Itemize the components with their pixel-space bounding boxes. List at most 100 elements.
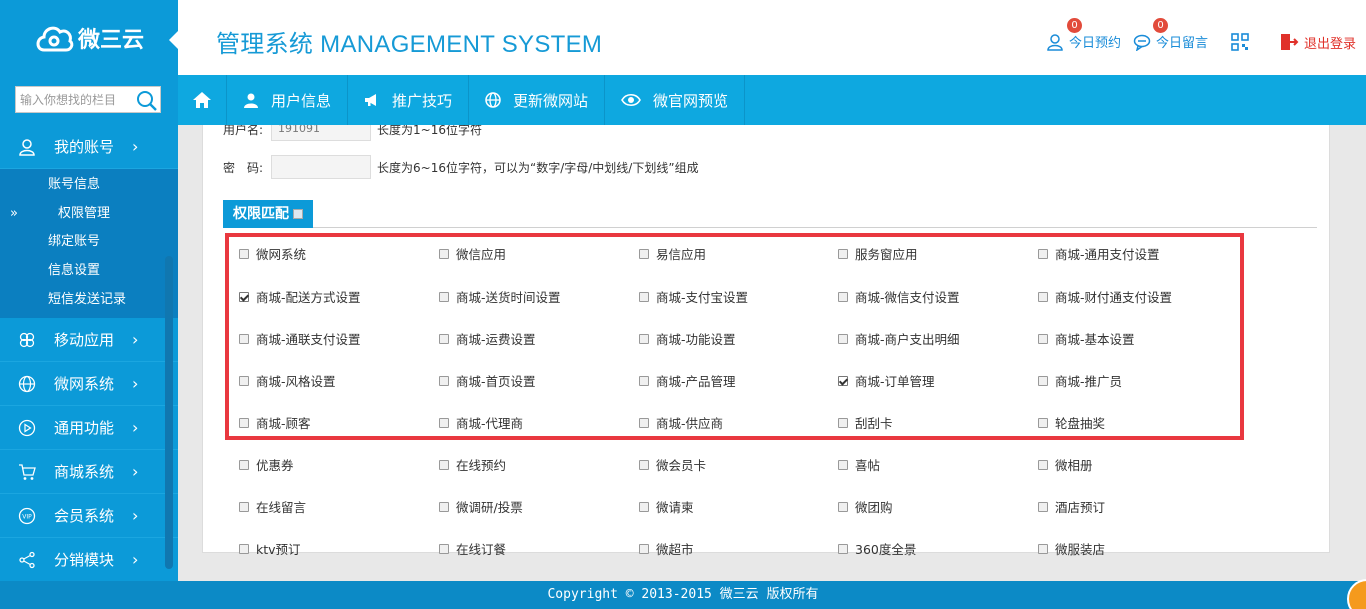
permission-checkbox[interactable] bbox=[639, 417, 649, 428]
permission-checkbox[interactable] bbox=[639, 543, 649, 554]
permission-item[interactable]: 商城-供应商 bbox=[639, 413, 723, 432]
permission-checkbox[interactable] bbox=[1038, 333, 1048, 344]
today-appointments-link[interactable]: 0 今日预约 bbox=[1046, 18, 1121, 51]
permission-item[interactable]: 易信应用 bbox=[639, 244, 706, 263]
permission-item[interactable]: 在线留言 bbox=[239, 497, 306, 516]
permission-checkbox[interactable] bbox=[838, 459, 848, 470]
permission-item[interactable]: 喜帖 bbox=[838, 455, 880, 474]
permission-checkbox[interactable] bbox=[639, 333, 649, 344]
permission-checkbox[interactable] bbox=[639, 248, 649, 259]
sidebar-item-member-system[interactable]: VIP 会员系统 › bbox=[0, 494, 178, 539]
sidebar-scrollbar[interactable] bbox=[165, 256, 173, 569]
permission-item[interactable]: 微超市 bbox=[639, 539, 694, 558]
nav-site-preview[interactable]: 微官网预览 bbox=[605, 75, 746, 125]
permission-checkbox[interactable] bbox=[838, 417, 848, 428]
sidebar-item-my-account[interactable]: 我的账号 › bbox=[0, 125, 178, 169]
sidebar-subitem-bind-account[interactable]: 绑定账号 bbox=[0, 228, 178, 257]
permission-checkbox[interactable] bbox=[1038, 501, 1048, 512]
permission-checkbox[interactable] bbox=[239, 333, 249, 344]
username-field[interactable]: 191091 bbox=[271, 125, 372, 141]
permission-checkbox[interactable] bbox=[1038, 375, 1048, 386]
permission-item[interactable]: 商城-配送方式设置 bbox=[239, 287, 361, 306]
permission-item[interactable]: 酒店预订 bbox=[1038, 497, 1105, 516]
permission-item[interactable]: 商城-代理商 bbox=[439, 413, 523, 432]
tab-permission-match[interactable]: 权限匹配 bbox=[223, 200, 313, 228]
permission-checkbox[interactable] bbox=[439, 291, 449, 302]
sidebar-subitem-info-settings[interactable]: 信息设置 bbox=[0, 257, 178, 286]
permission-item[interactable]: 商城-财付通支付设置 bbox=[1038, 287, 1172, 306]
permission-item[interactable]: ktv预订 bbox=[239, 539, 301, 558]
sidebar-subitem-account-info[interactable]: 账号信息 bbox=[0, 171, 178, 200]
permission-checkbox[interactable] bbox=[1038, 248, 1048, 259]
permission-checkbox[interactable] bbox=[1038, 291, 1048, 302]
permission-item[interactable]: 商城-推广员 bbox=[1038, 371, 1122, 390]
permission-checkbox[interactable] bbox=[838, 333, 848, 344]
permission-checkbox[interactable] bbox=[239, 501, 249, 512]
sidebar-subitem-permission-management[interactable]: » 权限管理 bbox=[0, 200, 178, 229]
sidebar-item-distribution[interactable]: 分销模块 › bbox=[0, 538, 178, 581]
permission-checkbox[interactable] bbox=[838, 291, 848, 302]
permission-item[interactable]: 微调研/投票 bbox=[439, 497, 523, 516]
permission-item[interactable]: 轮盘抽奖 bbox=[1038, 413, 1105, 432]
permission-item[interactable]: 360度全景 bbox=[838, 539, 916, 558]
permission-item[interactable]: 商城-订单管理 bbox=[838, 371, 935, 390]
permission-checkbox[interactable] bbox=[439, 543, 449, 554]
password-field[interactable] bbox=[271, 155, 372, 179]
permission-item[interactable]: 微相册 bbox=[1038, 455, 1093, 474]
permission-item[interactable]: 微信应用 bbox=[439, 244, 506, 263]
permission-checkbox[interactable] bbox=[239, 417, 249, 428]
permission-checkbox[interactable] bbox=[838, 543, 848, 554]
qr-code-button[interactable] bbox=[1231, 33, 1254, 51]
permission-checkbox[interactable] bbox=[239, 248, 249, 259]
search-icon[interactable] bbox=[135, 89, 159, 111]
permission-item[interactable]: 商城-功能设置 bbox=[639, 329, 736, 348]
permission-item[interactable]: 商城-微信支付设置 bbox=[838, 287, 960, 306]
permission-item[interactable]: 在线预约 bbox=[439, 455, 506, 474]
permission-item[interactable]: 商城-通用支付设置 bbox=[1038, 244, 1160, 263]
permission-checkbox[interactable] bbox=[1038, 543, 1048, 554]
permission-item[interactable]: 商城-送货时间设置 bbox=[439, 287, 561, 306]
sidebar-subitem-sms-records[interactable]: 短信发送记录 bbox=[0, 286, 178, 315]
permission-item[interactable]: 商城-商户支出明细 bbox=[838, 329, 960, 348]
permission-checkbox[interactable] bbox=[838, 248, 848, 259]
permission-checkbox[interactable] bbox=[239, 291, 249, 302]
permission-item[interactable]: 微网系统 bbox=[239, 244, 306, 263]
permission-checkbox[interactable] bbox=[838, 375, 848, 386]
permission-item[interactable]: 商城-顾客 bbox=[239, 413, 311, 432]
permission-checkbox[interactable] bbox=[239, 459, 249, 470]
sidebar-item-micro-site[interactable]: 微网系统 › bbox=[0, 362, 178, 407]
nav-update-site[interactable]: 更新微网站 bbox=[469, 75, 606, 125]
logout-link[interactable]: 退出登录 bbox=[1279, 32, 1356, 52]
permission-checkbox[interactable] bbox=[439, 417, 449, 428]
sidebar-item-mobile-apps[interactable]: 移动应用 › bbox=[0, 318, 178, 363]
select-all-checkbox[interactable] bbox=[293, 209, 303, 219]
permission-checkbox[interactable] bbox=[439, 248, 449, 259]
permission-item[interactable]: 商城-首页设置 bbox=[439, 371, 536, 390]
today-messages-link[interactable]: 0 今日留言 bbox=[1133, 18, 1208, 51]
permission-item[interactable]: 优惠券 bbox=[239, 455, 294, 474]
permission-checkbox[interactable] bbox=[439, 333, 449, 344]
permission-checkbox[interactable] bbox=[838, 501, 848, 512]
sidebar-item-mall-system[interactable]: 商城系统 › bbox=[0, 450, 178, 495]
permission-checkbox[interactable] bbox=[239, 543, 249, 554]
permission-checkbox[interactable] bbox=[1038, 459, 1048, 470]
nav-home[interactable] bbox=[178, 75, 227, 125]
nav-promotion-tips[interactable]: 推广技巧 bbox=[348, 75, 470, 125]
permission-item[interactable]: 商城-支付宝设置 bbox=[639, 287, 748, 306]
permission-item[interactable]: 微请柬 bbox=[639, 497, 694, 516]
permission-item[interactable]: 商城-通联支付设置 bbox=[239, 329, 361, 348]
permission-item[interactable]: 商城-产品管理 bbox=[639, 371, 736, 390]
permission-checkbox[interactable] bbox=[639, 291, 649, 302]
permission-item[interactable]: 商城-风格设置 bbox=[239, 371, 336, 390]
permission-checkbox[interactable] bbox=[639, 375, 649, 386]
permission-checkbox[interactable] bbox=[639, 501, 649, 512]
permission-checkbox[interactable] bbox=[1038, 417, 1048, 428]
permission-checkbox[interactable] bbox=[239, 375, 249, 386]
sidebar-item-common-functions[interactable]: 通用功能 › bbox=[0, 406, 178, 451]
permission-item[interactable]: 微会员卡 bbox=[639, 455, 706, 474]
nav-user-info[interactable]: 用户信息 bbox=[227, 75, 349, 125]
permission-item[interactable]: 微团购 bbox=[838, 497, 893, 516]
permission-checkbox[interactable] bbox=[439, 501, 449, 512]
permission-checkbox[interactable] bbox=[439, 459, 449, 470]
permission-checkbox[interactable] bbox=[439, 375, 449, 386]
